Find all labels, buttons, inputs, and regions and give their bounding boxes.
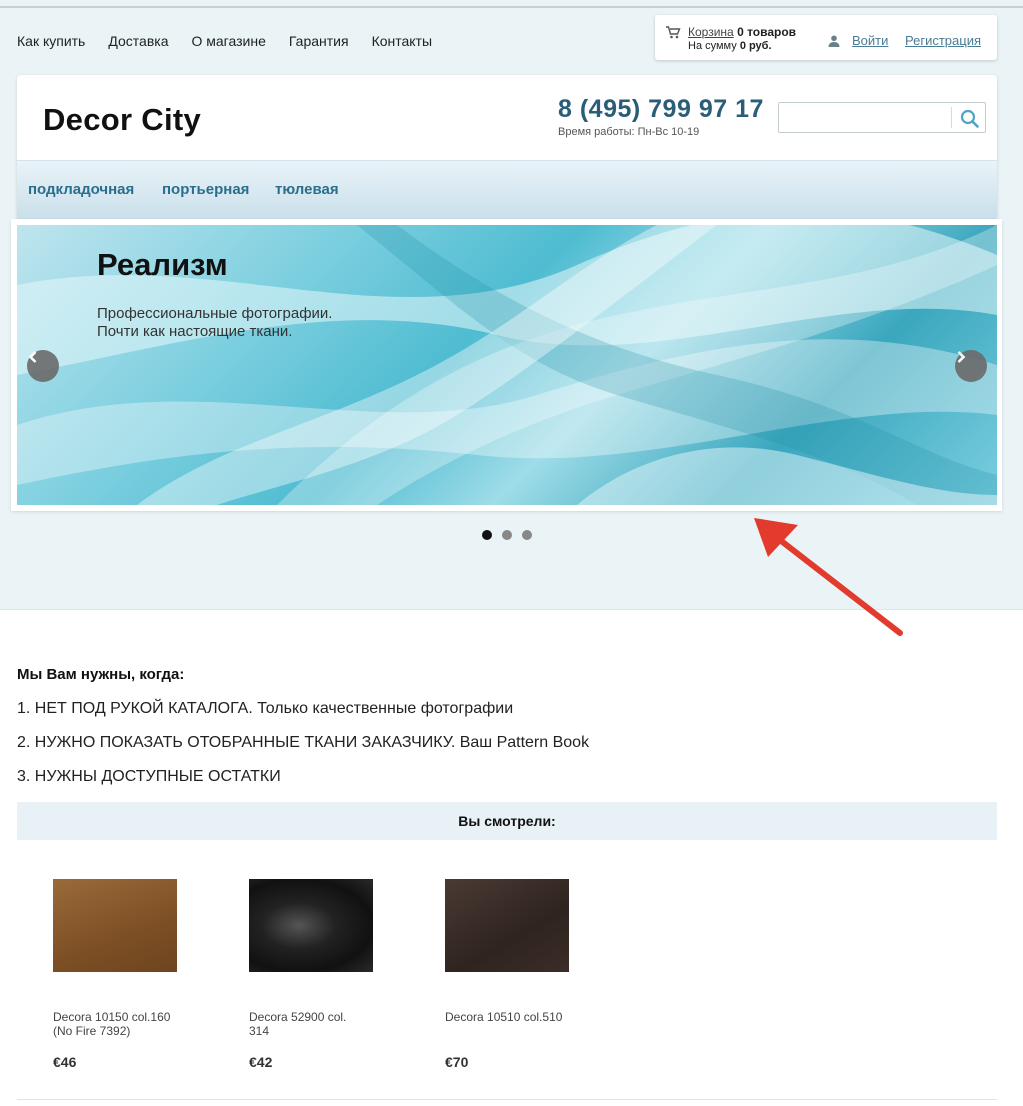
top-nav: Как купить Доставка О магазине Гарантия … [17,33,432,49]
login-link[interactable]: Войти [852,33,888,48]
product-image[interactable] [249,879,373,972]
cart-icon[interactable] [665,26,681,44]
top-nav-contacts[interactable]: Контакты [372,33,432,49]
phone-number: 8 (495) 799 97 17 [558,95,764,123]
slider-dot[interactable] [502,530,512,540]
slider-next-button[interactable] [955,350,987,382]
category-lining[interactable]: подкладочная [28,181,134,198]
info-heading: Мы Вам нужны, когда: [17,666,185,683]
category-tulle[interactable]: тюлевая [275,181,339,198]
search-input[interactable] [779,103,951,132]
product-price: €70 [445,1054,469,1070]
product-card[interactable]: Decora 10150 col.160 (No Fire 7392) €46 [53,879,177,1070]
slide-image: Реализм Профессиональные фотографии. Поч… [17,225,997,505]
top-nav-delivery[interactable]: Доставка [108,33,168,49]
slide-title: Реализм [97,247,228,282]
info-item: 1. НЕТ ПОД РУКОЙ КАТАЛОГА. Только качест… [17,700,514,717]
search-divider [951,107,952,128]
product-card[interactable]: Decora 52900 col. 314 €42 [249,879,373,1070]
red-arrow-annotation [754,518,903,636]
footer-divider [17,1099,997,1100]
cart-sum-value: 0 руб. [739,40,772,52]
cart-items-count: 0 товаров [737,25,797,39]
site-header: Decor City 8 (495) 799 97 17 Время работ… [17,75,997,220]
slider-dot[interactable] [522,530,532,540]
product-price: €46 [53,1054,77,1070]
category-nav: подкладочная портьерная тюлевая [17,160,997,220]
search-box [778,102,986,133]
chevron-right-icon [957,351,966,363]
top-nav-how-to-buy[interactable]: Как купить [17,33,85,49]
product-price: €42 [249,1054,273,1070]
slider-dot[interactable] [482,530,492,540]
cart-link[interactable]: Корзина [688,25,734,39]
search-icon [960,109,979,128]
product-name[interactable]: Decora 10510 col.510 [445,1010,565,1040]
slider-prev-button[interactable] [27,350,59,382]
product-image[interactable] [445,879,569,972]
product-name[interactable]: Decora 10150 col.160 (No Fire 7392) [53,1010,173,1040]
chevron-left-icon [28,351,37,363]
cart-sum-label: На сумму [688,40,737,52]
slider-pagination [482,530,532,540]
cart-sum-line: На сумму 0 руб. [688,40,772,52]
info-item: 3. НУЖНЫ ДОСТУПНЫЕ ОСТАТКИ [17,768,281,785]
cart-account-box: Корзина 0 товаров На сумму 0 руб. Войти … [655,15,997,60]
viewed-products-header: Вы смотрели: [17,802,997,840]
cart-summary: Корзина 0 товаров [688,25,796,39]
register-link[interactable]: Регистрация [905,33,981,48]
top-border [0,6,1023,8]
slide-text-line: Профессиональные фотографии. [97,305,333,322]
user-icon [828,34,840,52]
top-nav-warranty[interactable]: Гарантия [289,33,349,49]
site-logo[interactable]: Decor City [43,102,201,138]
slide-text-line: Почти как настоящие ткани. [97,323,293,340]
product-card[interactable]: Decora 10510 col.510 €70 [445,879,569,1070]
product-name[interactable]: Decora 52900 col. 314 [249,1010,369,1040]
info-item: 2. НУЖНО ПОКАЗАТЬ ОТОБРАННЫЕ ТКАНИ ЗАКАЗ… [17,734,590,751]
working-hours: Время работы: Пн-Вс 10-19 [558,126,700,138]
banner-slider: Реализм Профессиональные фотографии. Поч… [11,219,1002,511]
product-image[interactable] [53,879,177,972]
top-nav-about[interactable]: О магазине [191,33,265,49]
search-button[interactable] [955,105,983,131]
slide-description: Профессиональные фотографии. Почти как н… [97,305,332,341]
category-curtain[interactable]: портьерная [162,181,249,198]
